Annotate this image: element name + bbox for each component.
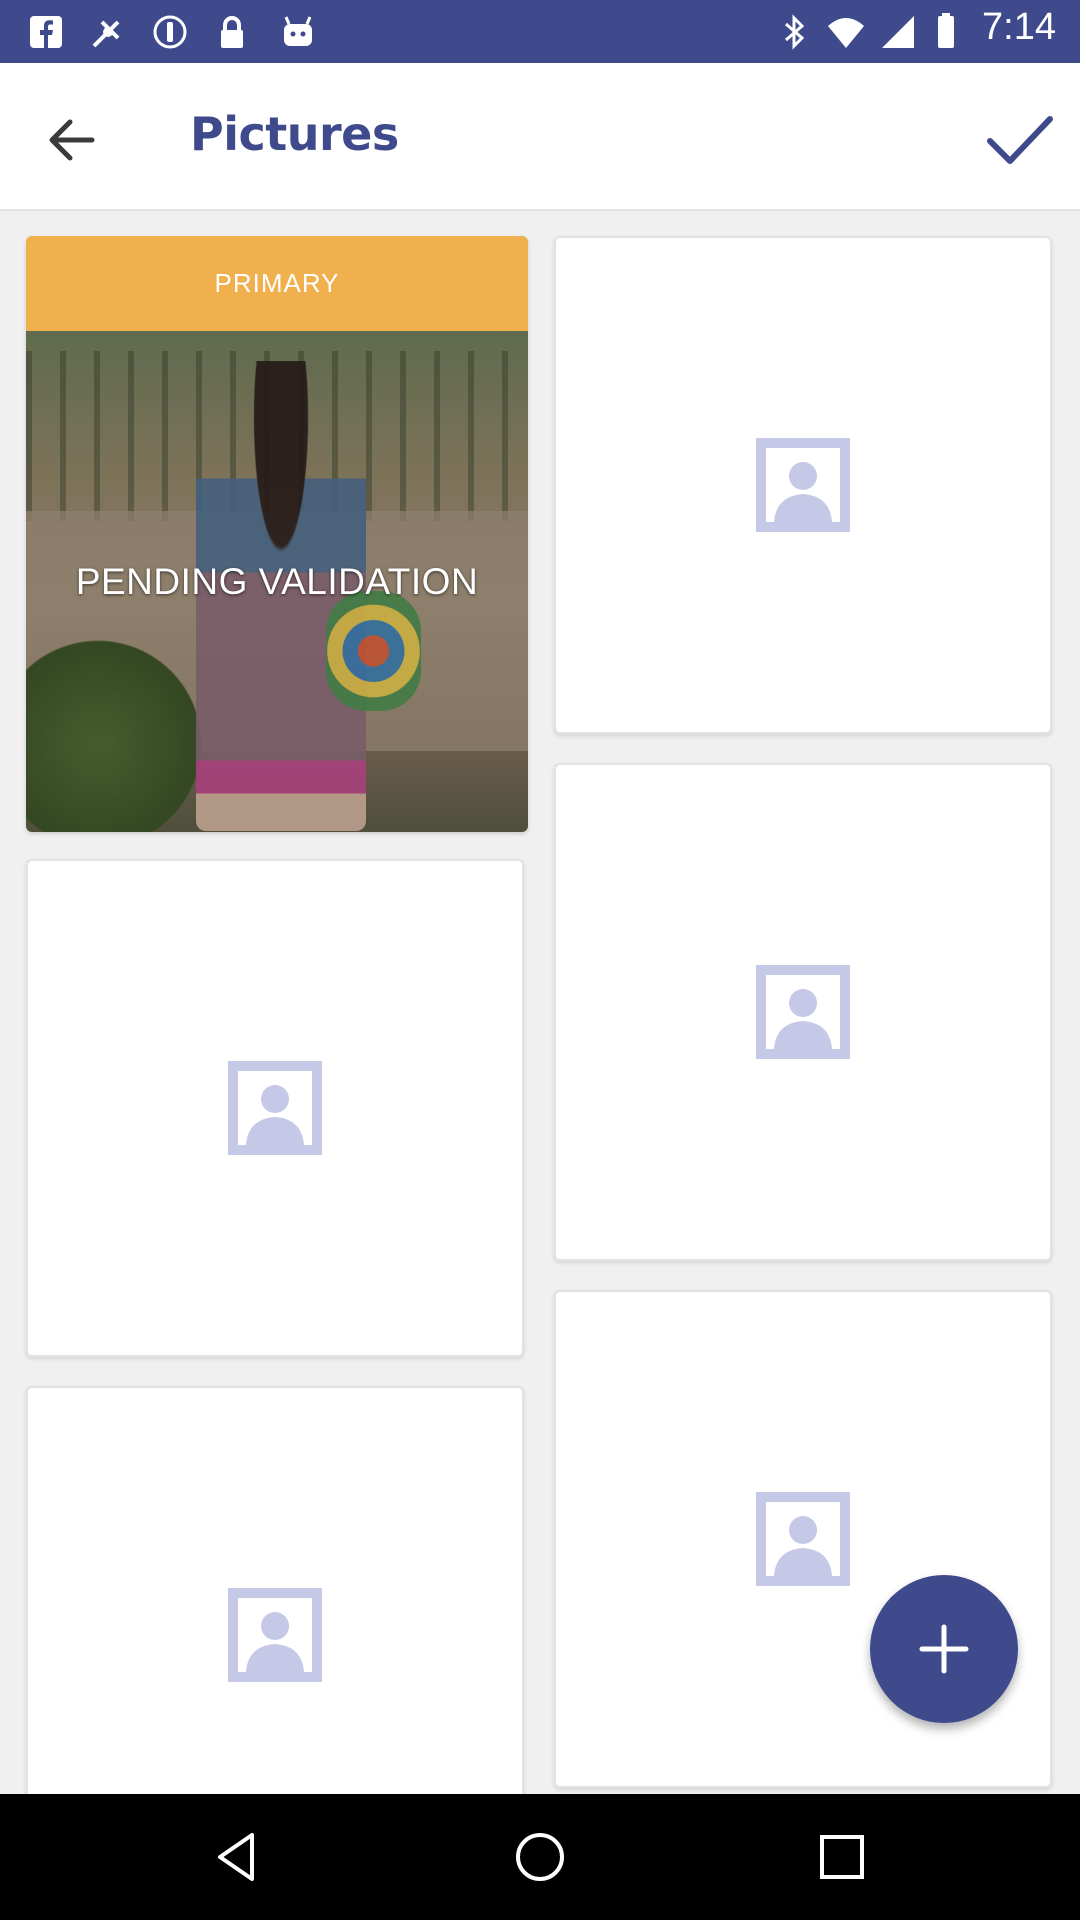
- empty-picture-slot[interactable]: [554, 763, 1052, 1261]
- person-placeholder-icon: [756, 1492, 850, 1586]
- app-bar: Pictures: [0, 63, 1080, 211]
- person-placeholder-icon: [756, 965, 850, 1059]
- empty-picture-slot[interactable]: [554, 236, 1052, 734]
- lock-icon: [221, 16, 243, 48]
- person-placeholder-icon: [228, 1588, 322, 1682]
- recents-square-icon[interactable]: [812, 1827, 872, 1887]
- primary-label: PRIMARY: [26, 236, 528, 331]
- fake-gps-icon: [92, 20, 120, 48]
- bluetooth-icon: [785, 14, 805, 50]
- android-icon: [284, 16, 312, 46]
- status-bar: 7:14: [0, 0, 1080, 63]
- pictures-grid: PRIMARY PENDING VALIDATION: [0, 211, 1080, 1794]
- pending-validation-label: PENDING VALIDATION: [26, 331, 528, 832]
- facebook-icon: [30, 16, 62, 48]
- primary-photo[interactable]: PENDING VALIDATION: [26, 331, 528, 832]
- signal-icon: [882, 16, 914, 48]
- empty-picture-slot[interactable]: [26, 859, 524, 1357]
- system-nav-bar: [0, 1794, 1080, 1920]
- status-time: 7:14: [982, 6, 1056, 48]
- page-title: Pictures: [190, 107, 399, 161]
- info-icon: [153, 15, 187, 49]
- back-triangle-icon[interactable]: [208, 1827, 268, 1887]
- arrow-back-icon[interactable]: [40, 108, 104, 172]
- wifi-icon: [828, 18, 864, 48]
- plus-icon: [919, 1624, 969, 1674]
- add-picture-button[interactable]: [870, 1575, 1018, 1723]
- person-placeholder-icon: [756, 438, 850, 532]
- empty-picture-slot[interactable]: [26, 1386, 524, 1794]
- check-icon[interactable]: [982, 103, 1056, 177]
- home-circle-icon[interactable]: [510, 1827, 570, 1887]
- battery-icon: [938, 13, 954, 48]
- primary-picture-card[interactable]: PRIMARY PENDING VALIDATION: [26, 236, 528, 832]
- person-placeholder-icon: [228, 1061, 322, 1155]
